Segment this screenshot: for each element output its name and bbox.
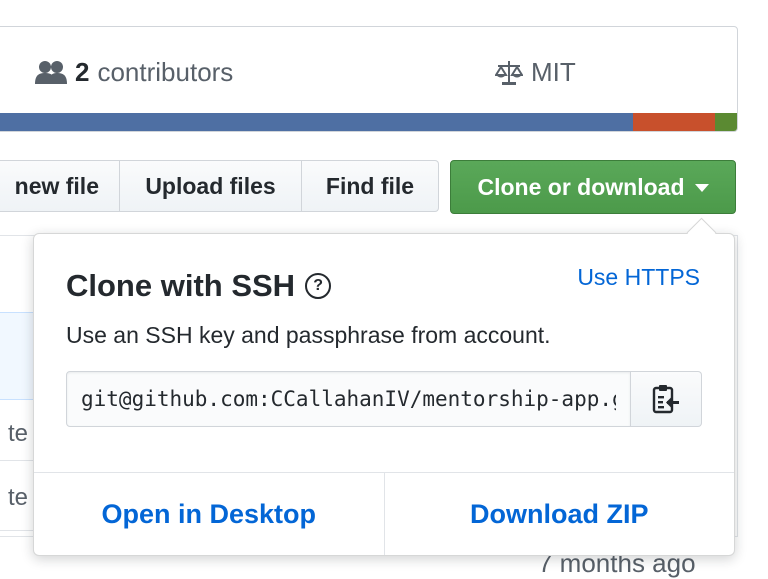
language-segment[interactable] <box>632 113 715 131</box>
clone-title-text: Clone with SSH <box>66 268 296 303</box>
question-icon[interactable]: ? <box>305 273 332 299</box>
language-bar[interactable] <box>0 113 737 131</box>
clone-footer: Open in Desktop Download ZIP <box>34 472 734 555</box>
commit-message-fragment[interactable]: l te <box>0 420 28 448</box>
file-actions: new file Upload files Find file <box>0 160 439 214</box>
upload-files-button[interactable]: Upload files <box>120 160 302 212</box>
clone-description: Use an SSH key and passphrase from accou… <box>66 322 551 348</box>
copy-to-clipboard-button[interactable] <box>631 371 702 427</box>
license-label: MIT <box>531 57 576 87</box>
open-in-desktop-button[interactable]: Open in Desktop <box>34 473 384 555</box>
dropdown-arrow <box>686 217 717 248</box>
clone-or-download-button[interactable]: Clone or download <box>450 160 736 214</box>
commit-message-fragment[interactable]: l te <box>0 484 28 512</box>
contributors-stat[interactable]: 2 contributors <box>35 57 233 88</box>
clone-url-input[interactable] <box>66 371 631 427</box>
clone-or-download-label: Clone or download <box>477 173 685 200</box>
law-icon <box>495 60 523 85</box>
clone-url-group <box>66 371 702 427</box>
repo-summary: 2 contributors MIT <box>0 26 738 132</box>
clone-title: Clone with SSH ? <box>66 268 332 304</box>
find-file-button[interactable]: Find file <box>302 160 439 212</box>
clone-dropdown: Clone with SSH ? Use HTTPS Use an SSH ke… <box>33 217 735 556</box>
contributors-count: 2 <box>75 57 90 87</box>
caret-down-icon <box>694 184 709 192</box>
people-icon <box>35 60 67 84</box>
language-segment[interactable] <box>714 113 737 131</box>
use-https-link[interactable]: Use HTTPS <box>577 264 700 291</box>
contributors-label: contributors <box>97 57 234 87</box>
clipboard-icon <box>652 385 679 414</box>
language-segment[interactable] <box>0 113 633 131</box>
download-zip-button[interactable]: Download ZIP <box>383 473 735 555</box>
license-stat[interactable]: MIT <box>495 57 576 88</box>
create-new-file-button[interactable]: new file <box>0 160 120 212</box>
